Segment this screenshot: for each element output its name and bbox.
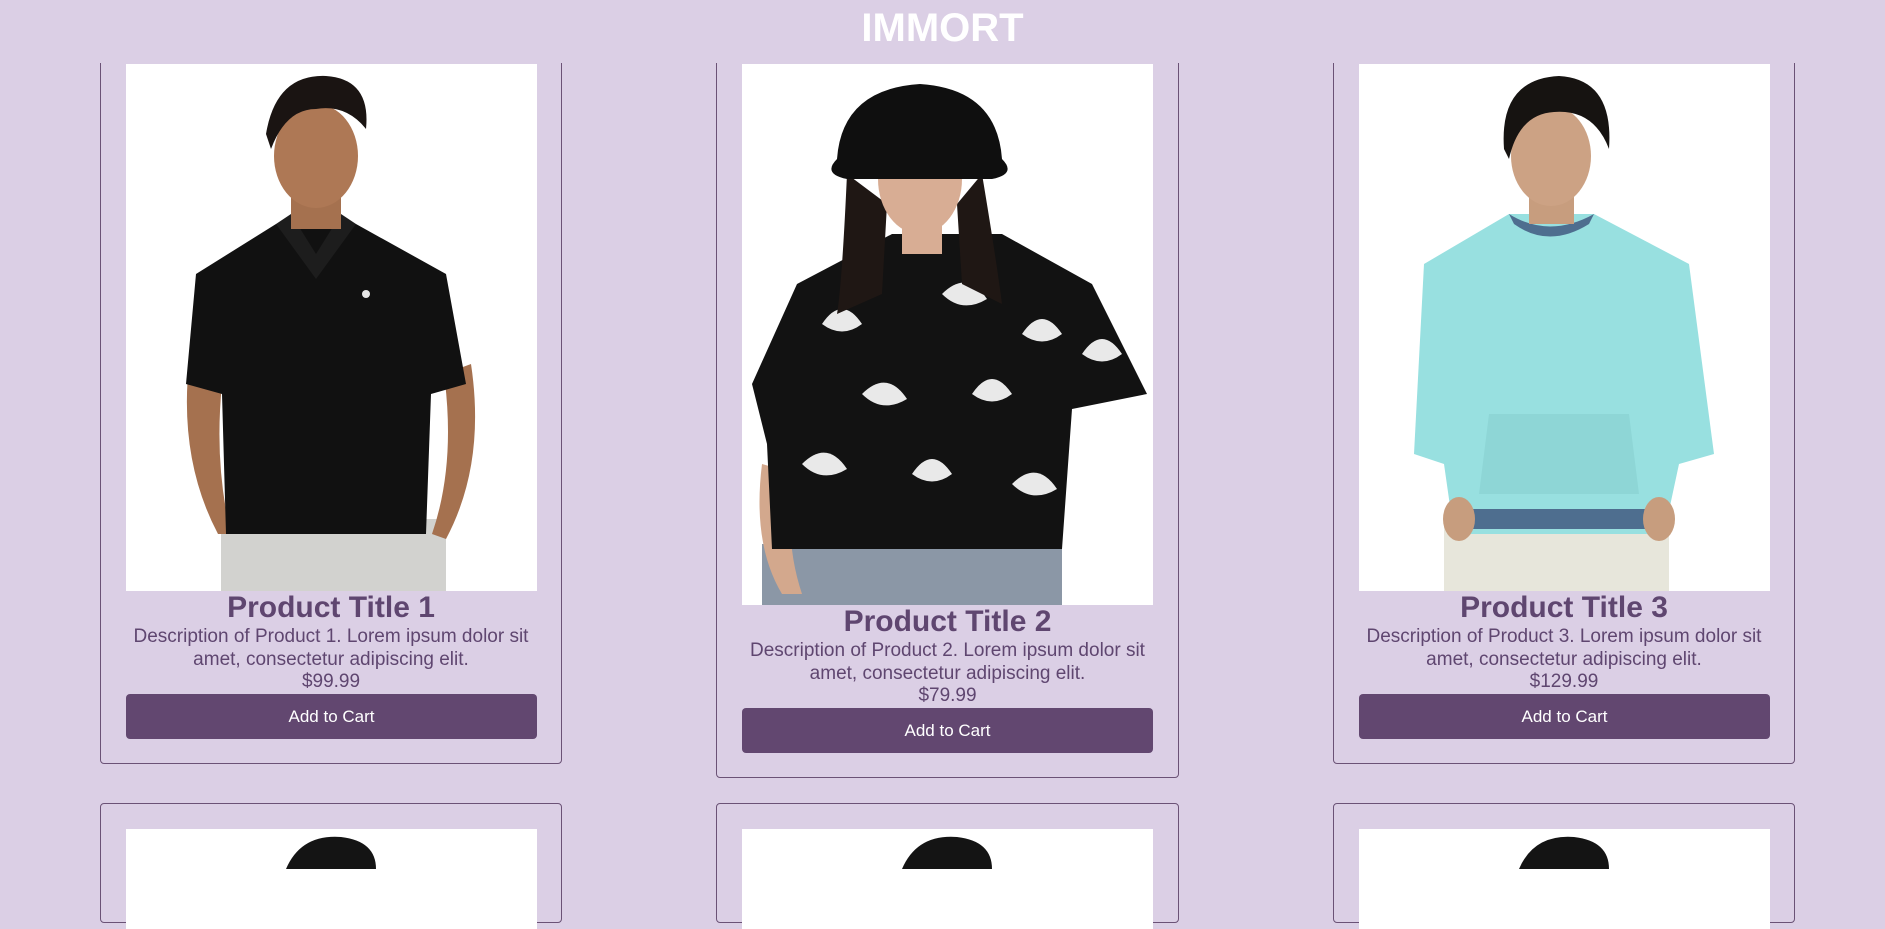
add-to-cart-button-3[interactable]: Add to Cart [1359, 694, 1770, 739]
product-card-4 [100, 803, 562, 929]
product-price-3: $129.99 [1529, 671, 1599, 692]
man-black-polo-photo [126, 64, 537, 591]
product-image-2[interactable] [742, 64, 1153, 605]
product-card-2: Product Title 2 Description of Product 2… [716, 30, 1179, 778]
product-card-5 [716, 803, 1179, 929]
product-photo [126, 829, 537, 929]
product-photo [1359, 829, 1770, 929]
product-image-5[interactable] [742, 829, 1153, 929]
product-photo [742, 829, 1153, 929]
add-to-cart-button-2[interactable]: Add to Cart [742, 708, 1153, 753]
product-title-1: Product Title 1 [227, 591, 435, 624]
product-description-2: Description of Product 2. Lorem ipsum do… [750, 640, 1145, 684]
product-price-1: $99.99 [301, 671, 361, 692]
product-card-1: Product Title 1 Description of Product 1… [100, 30, 562, 764]
product-card-3: Product Title 3 Description of Product 3… [1333, 30, 1795, 764]
site-title: IMMORT [861, 6, 1024, 50]
site-header: IMMORT [0, 0, 1885, 63]
product-title-3: Product Title 3 [1460, 591, 1668, 624]
product-price-2: $79.99 [918, 685, 977, 706]
product-image-4[interactable] [126, 829, 537, 929]
product-description-3: Description of Product 3. Lorem ipsum do… [1366, 626, 1762, 670]
product-image-6[interactable] [1359, 829, 1770, 929]
product-image-1[interactable] [126, 64, 537, 591]
product-image-3[interactable] [1359, 64, 1770, 591]
man-aqua-sweatshirt-photo [1359, 64, 1770, 591]
add-to-cart-button-1[interactable]: Add to Cart [126, 694, 537, 739]
product-description-1: Description of Product 1. Lorem ipsum do… [133, 626, 529, 670]
woman-leaf-print-tshirt-photo [742, 64, 1153, 605]
product-card-6 [1333, 803, 1795, 929]
product-title-2: Product Title 2 [843, 605, 1052, 638]
